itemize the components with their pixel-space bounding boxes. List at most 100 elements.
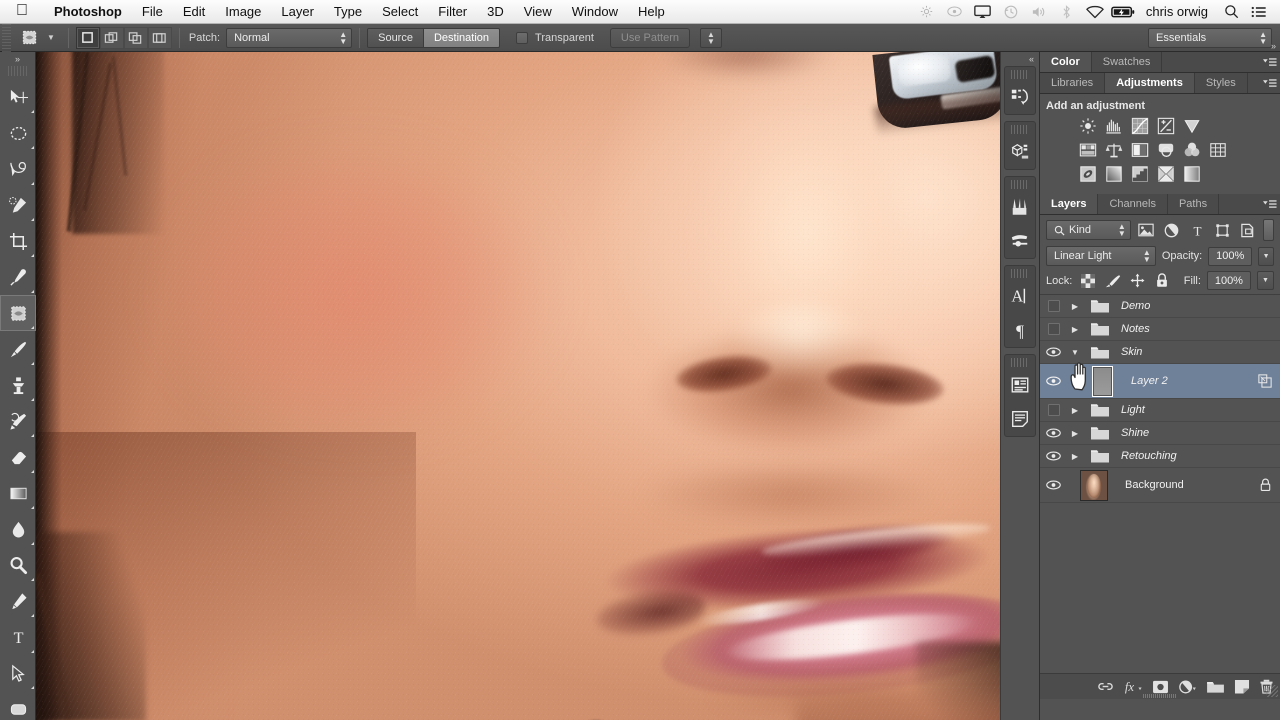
fill-chevron-down-icon[interactable]: ▼	[1256, 271, 1274, 290]
brush-presets-icon[interactable]	[1005, 190, 1035, 224]
airplay-icon[interactable]	[970, 0, 996, 24]
table-row[interactable]: ▶ Retouching	[1040, 445, 1280, 468]
lock-transparent-pixels-icon[interactable]	[1078, 272, 1097, 290]
lasso-tool[interactable]	[0, 151, 36, 187]
layer-name[interactable]: Layer 2	[1121, 375, 1168, 387]
table-row[interactable]: Background	[1040, 468, 1280, 503]
brush-tool[interactable]	[0, 331, 36, 367]
eraser-tool[interactable]	[0, 439, 36, 475]
user-name-label[interactable]: chris orwig	[1138, 4, 1216, 19]
layer-thumbnail[interactable]	[1067, 469, 1121, 501]
document-canvas[interactable]: M 人人素材	[36, 52, 1000, 720]
new-adjustment-layer-icon[interactable]	[1178, 674, 1197, 700]
quick-selection-tool[interactable]	[0, 187, 36, 223]
dock-group-grip[interactable]	[1011, 70, 1029, 79]
layer-visibility-toggle[interactable]	[1040, 474, 1067, 497]
double-chevron-right-icon[interactable]: »	[0, 52, 35, 66]
comments-icon[interactable]	[1005, 402, 1035, 436]
menu-select[interactable]: Select	[372, 0, 428, 24]
tab-paths[interactable]: Paths	[1167, 194, 1220, 214]
vibrance-icon[interactable]	[1182, 116, 1201, 135]
panel-menu-icon[interactable]	[1260, 194, 1280, 214]
panel-menu-icon[interactable]	[1260, 52, 1280, 72]
timemachine-icon[interactable]	[998, 0, 1024, 24]
layer-visibility-toggle[interactable]	[1040, 370, 1067, 393]
dock-group-grip[interactable]	[1011, 180, 1029, 189]
sun-brightness-icon[interactable]	[914, 0, 940, 24]
menu-layer[interactable]: Layer	[271, 0, 324, 24]
brush-settings-icon[interactable]	[1005, 224, 1035, 258]
group-disclosure-triangle-icon[interactable]: ▶	[1067, 325, 1083, 334]
pixel-layer-filter-icon[interactable]	[1137, 220, 1156, 240]
dodge-tool[interactable]	[0, 547, 36, 583]
curves-icon[interactable]	[1130, 116, 1149, 135]
tool-preset-chevron-down-icon[interactable]: ▼	[47, 33, 55, 42]
shape-layer-filter-icon[interactable]	[1213, 220, 1232, 240]
black-white-icon[interactable]	[1130, 140, 1149, 159]
layer-styles-fx-icon[interactable]: fx	[1123, 674, 1143, 700]
adjustment-layer-filter-icon[interactable]	[1162, 220, 1181, 240]
group-disclosure-triangle-icon[interactable]: ▶	[1067, 302, 1083, 311]
tools-panel-grip[interactable]	[8, 66, 27, 76]
tab-swatches[interactable]: Swatches	[1091, 52, 1163, 72]
clipping-mask-icon[interactable]	[1258, 374, 1272, 388]
lock-image-pixels-icon[interactable]	[1103, 272, 1122, 290]
layer-name[interactable]: Light	[1117, 404, 1145, 416]
table-row[interactable]: ▼ Skin	[1040, 341, 1280, 364]
gradient-tool[interactable]	[0, 475, 36, 511]
layer-name[interactable]: Shine	[1117, 427, 1149, 439]
patch-mode-select[interactable]: Normal ▲ ▼	[226, 27, 353, 48]
character-icon[interactable]: A	[1005, 279, 1035, 313]
selective-color-icon[interactable]	[1182, 164, 1201, 183]
group-disclosure-triangle-icon[interactable]: ▼	[1067, 348, 1083, 357]
pattern-picker-stepper[interactable]: ▲ ▼	[700, 27, 723, 48]
type-tool[interactable]: T	[0, 619, 36, 655]
rounded-rectangle-tool[interactable]	[0, 691, 36, 720]
eyedropper-tool[interactable]	[0, 259, 36, 295]
smart-object-filter-icon[interactable]	[1238, 220, 1257, 240]
lock-all-icon[interactable]	[1153, 272, 1172, 290]
type-layer-filter-icon[interactable]: T	[1187, 220, 1206, 240]
layer-visibility-toggle[interactable]	[1040, 445, 1067, 468]
double-chevron-right-icon[interactable]: »	[1271, 41, 1276, 51]
notification-center-icon[interactable]	[1246, 0, 1272, 24]
photo-filter-icon[interactable]	[1156, 140, 1175, 159]
dock-group-grip[interactable]	[1011, 269, 1029, 278]
menu-view[interactable]: View	[514, 0, 562, 24]
menu-filter[interactable]: Filter	[428, 0, 477, 24]
layer-visibility-toggle[interactable]	[1040, 399, 1067, 422]
intersect-selection-icon[interactable]	[147, 26, 172, 49]
tab-styles[interactable]: Styles	[1194, 73, 1248, 93]
destination-button[interactable]: Destination	[422, 28, 500, 47]
posterize-icon[interactable]	[1104, 164, 1123, 183]
exposure-icon[interactable]	[1156, 116, 1175, 135]
history-icon[interactable]	[1005, 80, 1035, 114]
new-selection-icon[interactable]	[75, 26, 100, 49]
tab-libraries[interactable]: Libraries	[1040, 73, 1106, 93]
filter-enable-toggle[interactable]	[1263, 219, 1275, 241]
color-lookup-icon[interactable]	[1208, 140, 1227, 159]
threshold-icon[interactable]	[1130, 164, 1149, 183]
group-disclosure-triangle-icon[interactable]: ▶	[1067, 406, 1083, 415]
battery-charging-icon[interactable]	[1110, 0, 1136, 24]
pen-tool[interactable]	[0, 583, 36, 619]
opacity-chevron-down-icon[interactable]: ▼	[1258, 246, 1274, 266]
transparent-checkbox[interactable]	[516, 31, 529, 44]
invert-icon[interactable]	[1078, 164, 1097, 183]
clone-stamp-tool[interactable]	[0, 367, 36, 403]
menu-help[interactable]: Help	[628, 0, 675, 24]
notes-icon[interactable]	[1005, 368, 1035, 402]
brightness-contrast-icon[interactable]	[1078, 116, 1097, 135]
menu-window[interactable]: Window	[562, 0, 628, 24]
3d-icon[interactable]	[1005, 135, 1035, 169]
layer-visibility-toggle[interactable]	[1040, 341, 1067, 364]
blur-tool[interactable]	[0, 511, 36, 547]
patch-tool-icon[interactable]	[11, 24, 47, 52]
color-balance-icon[interactable]	[1104, 140, 1123, 159]
patch-tool[interactable]	[0, 295, 36, 331]
blend-mode-select[interactable]: Linear Light ▲ ▼	[1046, 246, 1156, 266]
table-row[interactable]: ▶ Notes	[1040, 318, 1280, 341]
group-disclosure-triangle-icon[interactable]: ▶	[1067, 452, 1083, 461]
menu-photoshop[interactable]: Photoshop	[44, 0, 132, 24]
opacity-field[interactable]: 100%	[1208, 246, 1253, 266]
